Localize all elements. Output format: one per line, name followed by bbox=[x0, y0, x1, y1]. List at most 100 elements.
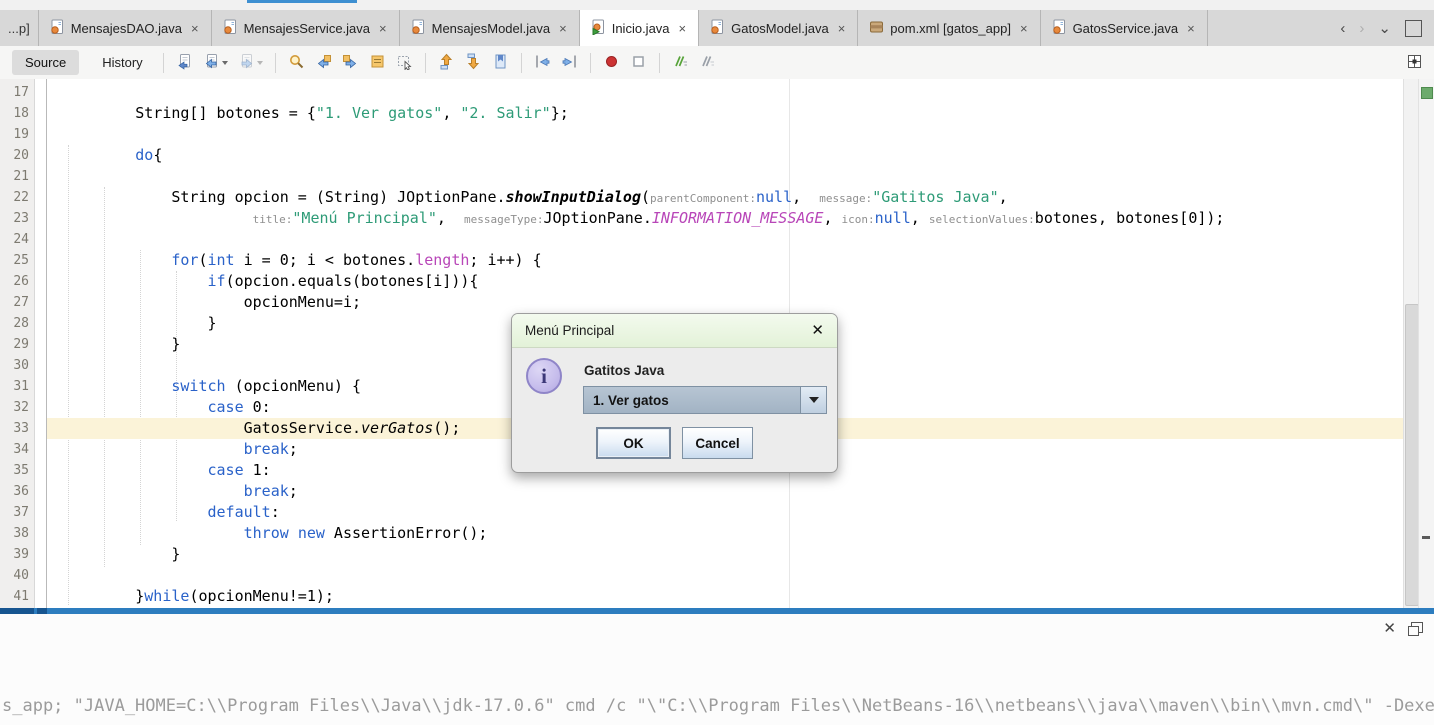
maximize-icon[interactable] bbox=[1405, 19, 1422, 37]
line-number[interactable]: 26 bbox=[0, 271, 34, 292]
tab-pom-xml-gatos-app-[interactable]: pom.xml [gatos_app] × bbox=[858, 10, 1041, 46]
code-line-37[interactable]: default: bbox=[47, 502, 1404, 523]
line-number[interactable]: 34 bbox=[0, 439, 34, 460]
line-number[interactable]: 36 bbox=[0, 481, 34, 502]
code-line-27[interactable]: opcionMenu=i; bbox=[47, 292, 1404, 313]
tab-close-icon[interactable]: × bbox=[678, 21, 688, 36]
toolbar-separator bbox=[424, 52, 426, 73]
code-line-23[interactable]: title:"Menú Principal", messageType:JOpt… bbox=[47, 208, 1404, 229]
code-line-24[interactable] bbox=[47, 229, 1404, 250]
tab-gatosmodel-java[interactable]: GatosModel.java × bbox=[699, 10, 859, 46]
editor-vertical-scrollbar[interactable] bbox=[1403, 79, 1419, 608]
line-number[interactable]: 24 bbox=[0, 229, 34, 250]
tab-mensajesdao-java[interactable]: MensajesDAO.java × bbox=[38, 10, 212, 46]
line-number[interactable]: 18 bbox=[0, 103, 34, 124]
history-view-button[interactable]: History bbox=[89, 50, 155, 75]
forward-button[interactable] bbox=[235, 51, 266, 75]
find-next-occurrence-button[interactable] bbox=[339, 51, 362, 75]
find-previous-occurrence-button[interactable] bbox=[312, 51, 335, 75]
shift-line-left-button[interactable] bbox=[531, 51, 554, 75]
tab-list-dropdown-button[interactable]: ⌄ bbox=[1378, 19, 1391, 37]
tab-label: MensajesModel.java bbox=[431, 20, 551, 36]
split-document-button[interactable] bbox=[1403, 51, 1426, 75]
line-number[interactable]: 39 bbox=[0, 544, 34, 565]
line-number[interactable]: 37 bbox=[0, 502, 34, 523]
code-line-41[interactable]: }while(opcionMenu!=1); bbox=[47, 586, 1404, 607]
uncomment-icon bbox=[699, 53, 716, 73]
line-number[interactable]: 25 bbox=[0, 250, 34, 271]
output-panel[interactable]: Platzi ✕ s_app; "JAVA_HOME=C:\\Program F… bbox=[0, 614, 1434, 725]
line-number[interactable]: 38 bbox=[0, 523, 34, 544]
start-macro-recording-button[interactable] bbox=[600, 51, 623, 75]
ok-button[interactable]: OK bbox=[596, 427, 671, 459]
tab-close-icon[interactable]: × bbox=[837, 21, 847, 36]
line-number[interactable]: 28 bbox=[0, 313, 34, 334]
line-number[interactable]: 29 bbox=[0, 334, 34, 355]
line-number[interactable]: 41 bbox=[0, 586, 34, 607]
code-line-21[interactable] bbox=[47, 166, 1404, 187]
code-line-26[interactable]: if(opcion.equals(botones[i])){ bbox=[47, 271, 1404, 292]
combobox-dropdown-button[interactable] bbox=[800, 387, 826, 413]
next-bookmark-icon bbox=[465, 53, 482, 73]
source-view-button[interactable]: Source bbox=[12, 50, 80, 75]
uncomment-button[interactable] bbox=[696, 51, 719, 75]
code-line-38[interactable]: throw new AssertionError(); bbox=[47, 523, 1404, 544]
code-line-25[interactable]: for(int i = 0; i < botones.length; i++) … bbox=[47, 250, 1404, 271]
code-line-17[interactable] bbox=[47, 82, 1404, 103]
tab-overflow-partial[interactable]: ...p] bbox=[0, 10, 39, 46]
shift-line-right-button[interactable] bbox=[558, 51, 581, 75]
code-line-40[interactable] bbox=[47, 565, 1404, 586]
find-selection-button[interactable] bbox=[285, 51, 308, 75]
tab-mensajesmodel-java[interactable]: MensajesModel.java × bbox=[399, 10, 580, 46]
tab-close-icon[interactable]: × bbox=[1186, 21, 1196, 36]
output-close-icon[interactable]: ✕ bbox=[1383, 621, 1396, 636]
code-line-22[interactable]: String opcion = (String) JOptionPane.sho… bbox=[47, 187, 1404, 208]
line-number[interactable]: 23 bbox=[0, 208, 34, 229]
scrollbar-thumb[interactable] bbox=[1405, 304, 1419, 606]
tab-mensajesservice-java[interactable]: MensajesService.java × bbox=[211, 10, 400, 46]
tab-close-icon[interactable]: × bbox=[378, 21, 388, 36]
comment-button[interactable] bbox=[669, 51, 692, 75]
stop-macro-recording-button[interactable] bbox=[627, 51, 650, 75]
cancel-button[interactable]: Cancel bbox=[682, 427, 753, 459]
code-line-19[interactable] bbox=[47, 124, 1404, 145]
toggle-bookmark-button[interactable] bbox=[489, 51, 512, 75]
next-bookmark-button[interactable] bbox=[462, 51, 485, 75]
line-number[interactable]: 19 bbox=[0, 124, 34, 145]
previous-bookmark-button[interactable] bbox=[435, 51, 458, 75]
line-number[interactable]: 27 bbox=[0, 292, 34, 313]
dialog-close-icon[interactable]: ✕ bbox=[811, 323, 824, 338]
toggle-highlight-search-button[interactable] bbox=[366, 51, 389, 75]
line-number[interactable]: 30 bbox=[0, 355, 34, 376]
line-number[interactable]: 32 bbox=[0, 397, 34, 418]
code-line-36[interactable]: break; bbox=[47, 481, 1404, 502]
line-number-gutter[interactable]: 17 18 19 20 21 22 23 24 25 26 27 28 29 30 31 32 33 34 35 36… bbox=[0, 79, 35, 608]
code-line-18[interactable]: String[] botones = {"1. Ver gatos", "2. … bbox=[47, 103, 1404, 124]
last-edit-location-icon bbox=[176, 53, 193, 73]
float-window-icon[interactable] bbox=[1408, 622, 1423, 636]
line-number[interactable]: 40 bbox=[0, 565, 34, 586]
line-number[interactable]: 35 bbox=[0, 460, 34, 481]
line-number[interactable]: 17 bbox=[0, 82, 34, 103]
scroll-tabs-right-button[interactable]: › bbox=[1359, 20, 1364, 37]
tab-close-icon[interactable]: × bbox=[1019, 21, 1029, 36]
line-number[interactable]: 20 bbox=[0, 145, 34, 166]
options-combobox[interactable]: 1. Ver gatos bbox=[583, 386, 827, 414]
code-line-20[interactable]: do{ bbox=[47, 145, 1404, 166]
line-number[interactable]: 22 bbox=[0, 187, 34, 208]
last-edit-location-button[interactable] bbox=[173, 51, 196, 75]
tab-label: GatosModel.java bbox=[731, 20, 829, 36]
rectangular-selection-button[interactable] bbox=[393, 51, 416, 75]
scroll-tabs-left-button[interactable]: ‹ bbox=[1340, 20, 1345, 37]
tab-gatosservice-java[interactable]: GatosService.java × bbox=[1040, 10, 1208, 46]
back-button[interactable] bbox=[200, 51, 231, 75]
line-number[interactable]: 31 bbox=[0, 376, 34, 397]
dialog-title-bar[interactable]: Menú Principal ✕ bbox=[512, 314, 837, 348]
tab-close-icon[interactable]: × bbox=[190, 21, 200, 36]
tab-inicio-java[interactable]: Inicio.java × bbox=[579, 10, 700, 46]
line-number[interactable]: 21 bbox=[0, 166, 34, 187]
tab-close-icon[interactable]: × bbox=[558, 21, 568, 36]
error-stripe[interactable] bbox=[1418, 79, 1434, 608]
code-line-39[interactable]: } bbox=[47, 544, 1404, 565]
line-number[interactable]: 33 bbox=[0, 418, 34, 439]
